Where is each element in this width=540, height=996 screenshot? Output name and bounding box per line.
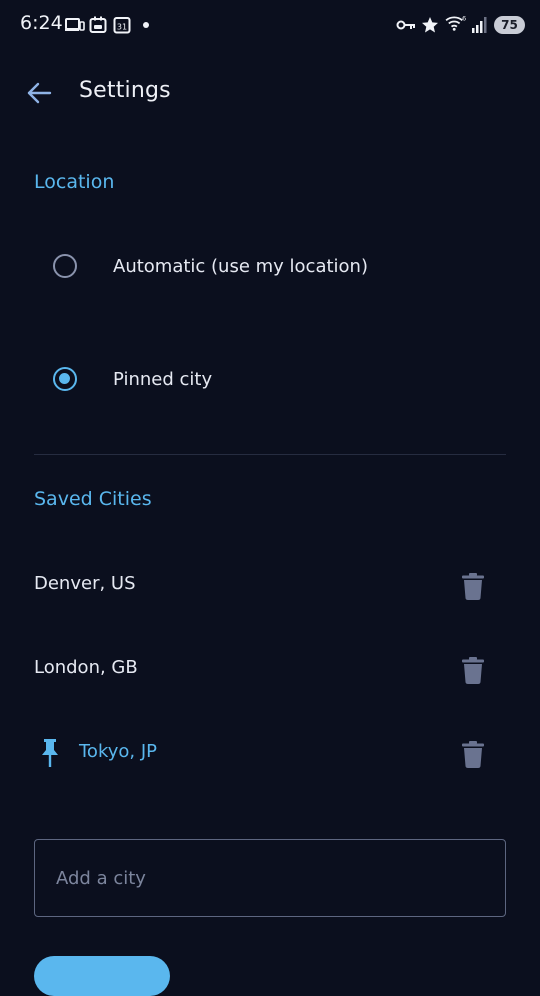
delete-city-button[interactable] [458, 570, 488, 602]
city-name[interactable]: Tokyo, JP [79, 741, 157, 762]
arrow-left-icon [27, 82, 52, 104]
notification-dot [143, 22, 149, 28]
city-name[interactable]: London, GB [34, 657, 138, 678]
status-time: 6:24 [20, 12, 63, 34]
section-divider [34, 454, 506, 455]
radio-label: Pinned city [113, 369, 213, 390]
delete-city-button[interactable] [458, 738, 488, 770]
wifi-6-icon: 6 [445, 15, 466, 31]
radio-pinned-city[interactable]: Pinned city [34, 341, 506, 421]
status-bar: 6:24 31 6 75 [0, 0, 540, 50]
trash-icon [462, 740, 484, 768]
radio-automatic-location[interactable]: Automatic (use my location) [34, 228, 506, 308]
trash-icon [462, 572, 484, 600]
cast-icon [65, 18, 85, 31]
add-city-button[interactable] [34, 956, 170, 996]
city-row-tokyo: Tokyo, JP [34, 724, 506, 784]
vpn-key-icon [396, 20, 415, 30]
svg-text:6: 6 [462, 15, 466, 22]
app-bar: Settings [0, 62, 540, 124]
page-title: Settings [79, 78, 171, 103]
svg-text:31: 31 [117, 23, 127, 32]
pin-icon [42, 739, 58, 767]
trash-icon [462, 656, 484, 684]
star-icon [422, 17, 438, 33]
city-row-denver: Denver, US [34, 556, 506, 616]
calendar-31-icon: 31 [113, 17, 131, 34]
radio-checked-icon[interactable] [53, 367, 77, 391]
location-section-title: Location [34, 171, 115, 193]
delete-city-button[interactable] [458, 654, 488, 686]
radio-label: Automatic (use my location) [113, 256, 368, 277]
add-city-input[interactable] [34, 839, 506, 917]
city-row-london: London, GB [34, 640, 506, 700]
calendar-small-icon [89, 16, 107, 33]
radio-unchecked-icon[interactable] [53, 254, 77, 278]
back-button[interactable] [20, 74, 58, 112]
city-name[interactable]: Denver, US [34, 573, 136, 594]
battery-icon: 75 [494, 16, 525, 34]
saved-cities-section-title: Saved Cities [34, 488, 152, 510]
signal-icon [472, 17, 487, 33]
